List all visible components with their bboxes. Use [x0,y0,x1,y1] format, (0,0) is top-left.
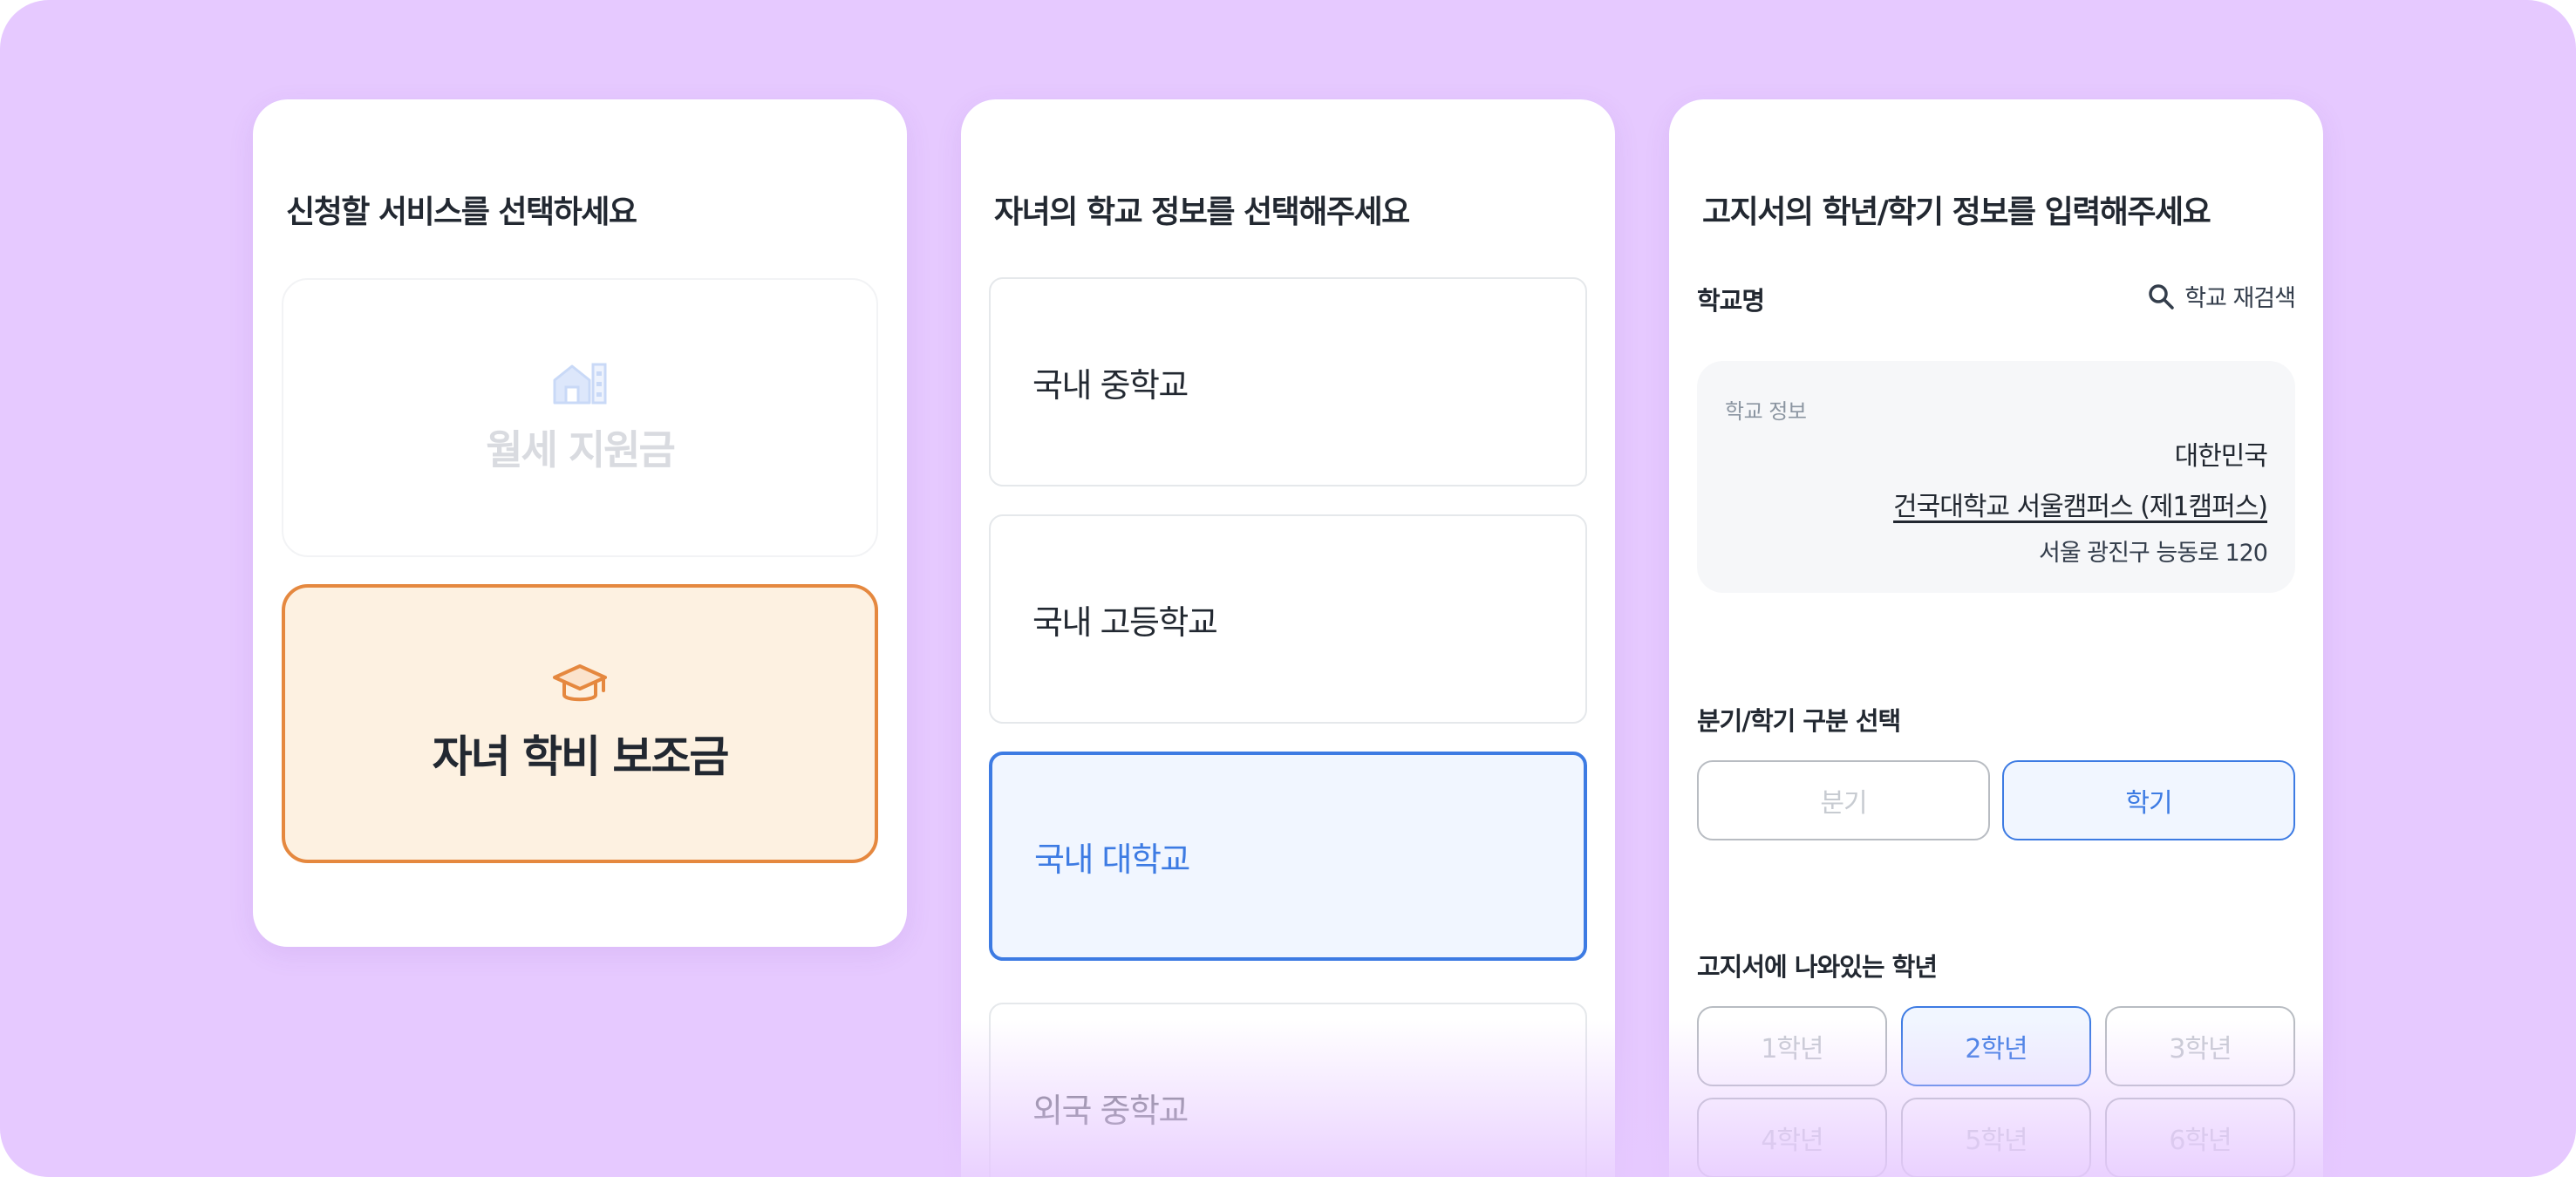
school-address: 서울 광진구 능동로 120 [2038,540,2268,567]
term-option-semester[interactable]: 학기 [2002,760,2295,840]
grade-option-5[interactable]: 5학년 [1901,1098,2091,1177]
building-icon [553,363,607,405]
school-name-link[interactable]: 건국대학교 서울캠퍼스 (제1캠퍼스) [1893,485,2268,523]
search-icon [2149,283,2174,310]
term-type-label: 분기/학기 구분 선택 [1697,706,1901,736]
grade-input-panel: 고지서의 학년/학기 정보를 입력해주세요 학교명 학교 재검색 학교 정보 대… [1669,99,2323,1177]
school-country: 대한민국 [2174,441,2268,472]
grade-option-6[interactable]: 6학년 [2105,1098,2295,1177]
service-option-label: 월세 지원금 [486,426,676,473]
service-option-rent-support[interactable]: 월세 지원금 [282,278,878,557]
grade-option-1[interactable]: 1학년 [1697,1006,1887,1086]
service-option-label: 자녀 학비 보조금 [432,731,730,782]
page-title: 신청할 서비스를 선택하세요 [286,194,637,230]
page-title: 자녀의 학교 정보를 선택해주세요 [994,194,1410,230]
term-option-quarter[interactable]: 분기 [1697,760,1990,840]
option-domestic-middle-school[interactable]: 국내 중학교 [989,277,1587,486]
service-option-tuition-subsidy[interactable]: 자녀 학비 보조금 [282,584,878,863]
school-type-panel: 자녀의 학교 정보를 선택해주세요 국내 중학교 국내 고등학교 국내 대학교 … [961,99,1615,1177]
option-domestic-university[interactable]: 국내 대학교 [989,752,1587,961]
school-name-label: 학교명 [1697,286,1765,316]
school-research-label: 학교 재검색 [2184,285,2296,312]
school-info-title: 학교 정보 [1725,399,1807,424]
school-info-card: 학교 정보 대한민국 건국대학교 서울캠퍼스 (제1캠퍼스) 서울 광진구 능동… [1697,361,2295,593]
grade-option-4[interactable]: 4학년 [1697,1098,1887,1177]
grade-label: 고지서에 나와있는 학년 [1697,952,1938,982]
grade-option-2[interactable]: 2학년 [1901,1006,2091,1086]
mockup-background: 신청할 서비스를 선택하세요 월세 지원금 자녀 학비 보조금 자녀의 학교 정… [0,0,2576,1177]
grade-option-3[interactable]: 3학년 [2105,1006,2295,1086]
service-selection-panel: 신청할 서비스를 선택하세요 월세 지원금 자녀 학비 보조금 [253,99,907,947]
option-foreign-middle-school[interactable]: 외국 중학교 [989,1003,1587,1177]
graduation-cap-icon [553,664,607,702]
school-research-button[interactable]: 학교 재검색 [2146,279,2296,313]
page-title: 고지서의 학년/학기 정보를 입력해주세요 [1702,194,2211,230]
option-domestic-high-school[interactable]: 국내 고등학교 [989,514,1587,724]
